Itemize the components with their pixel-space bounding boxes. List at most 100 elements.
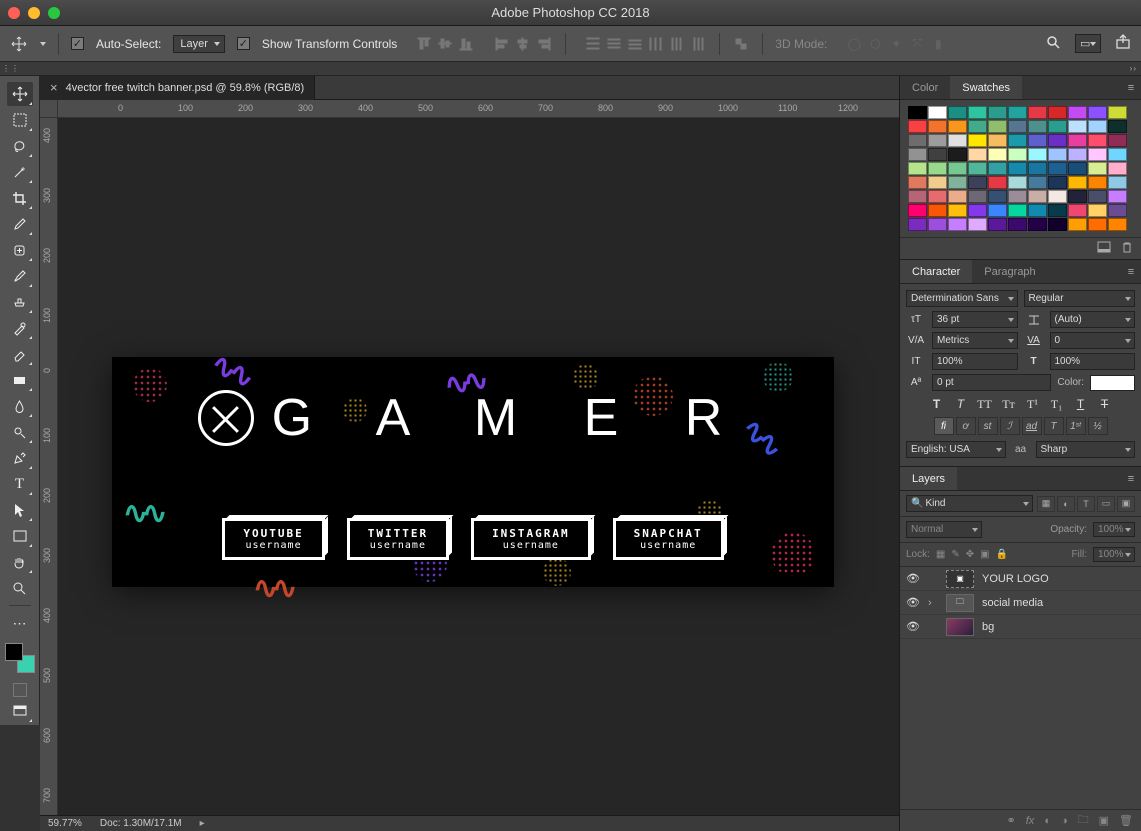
swatch[interactable] (948, 148, 967, 161)
marquee-tool[interactable] (7, 108, 33, 132)
smallcaps-button[interactable]: Tᴛ (1000, 395, 1018, 413)
contextual-alt-button[interactable]: ơ (956, 417, 976, 435)
layer-fx-icon[interactable]: fx (1026, 815, 1035, 827)
left-grip-icon[interactable]: ⋮⋮ (2, 64, 20, 73)
lock-pixels-icon[interactable]: ▦ (936, 549, 945, 560)
swatch[interactable] (948, 218, 967, 231)
swatch[interactable] (1068, 120, 1087, 133)
crop-tool[interactable] (7, 186, 33, 210)
swatch[interactable] (1048, 176, 1067, 189)
swatch[interactable] (988, 204, 1007, 217)
search-icon[interactable] (1045, 34, 1061, 53)
leading-input[interactable]: (Auto) (1050, 311, 1136, 328)
layer-row[interactable]: 👁▣YOUR LOGO (900, 567, 1141, 591)
swatch[interactable] (908, 204, 927, 217)
swatch[interactable] (1008, 190, 1027, 203)
visibility-toggle-icon[interactable]: 👁 (906, 596, 920, 609)
ruler-origin[interactable] (40, 100, 58, 118)
swatch[interactable] (1048, 134, 1067, 147)
swatch[interactable] (948, 176, 967, 189)
tab-layers[interactable]: Layers (900, 467, 957, 490)
swatch[interactable] (928, 204, 947, 217)
swatch[interactable] (1048, 204, 1067, 217)
swatch[interactable] (1108, 162, 1127, 175)
swatch[interactable] (1068, 134, 1087, 147)
swatch[interactable] (968, 176, 987, 189)
new-layer-icon[interactable]: ▣ (1099, 814, 1109, 827)
swatch[interactable] (968, 120, 987, 133)
swatch[interactable] (988, 148, 1007, 161)
distribute-top-button[interactable] (584, 35, 602, 53)
swatch[interactable] (968, 190, 987, 203)
swatch[interactable] (908, 162, 927, 175)
align-hcenter-button[interactable] (514, 35, 532, 53)
panel-menu-icon[interactable]: ≡ (1121, 467, 1141, 490)
visibility-toggle-icon[interactable]: 👁 (906, 620, 920, 633)
filter-type-icon[interactable]: T (1077, 496, 1095, 512)
fractions-button[interactable]: ½ (1088, 417, 1108, 435)
swatch[interactable] (988, 176, 1007, 189)
swatch[interactable] (988, 120, 1007, 133)
swatch[interactable] (928, 176, 947, 189)
swatch[interactable] (948, 204, 967, 217)
show-transform-checkbox[interactable]: ✓ (237, 37, 250, 50)
blend-mode-dropdown[interactable]: Normal (906, 521, 982, 538)
pen-tool[interactable] (7, 446, 33, 470)
swatch[interactable] (1088, 190, 1107, 203)
right-grip-icon[interactable]: ›› (1130, 64, 1137, 73)
kerning-dropdown[interactable]: Metrics (932, 332, 1018, 349)
text-color-swatch[interactable] (1090, 375, 1135, 391)
new-swatch-icon[interactable] (1097, 241, 1111, 256)
swatch[interactable] (1108, 204, 1127, 217)
swatch[interactable] (1028, 204, 1047, 217)
align-left-button[interactable] (493, 35, 511, 53)
distribute-bottom-button[interactable] (626, 35, 644, 53)
standard-mode-button[interactable] (13, 683, 27, 697)
swatch[interactable] (988, 218, 1007, 231)
swatch[interactable] (908, 218, 927, 231)
swatch[interactable] (1028, 120, 1047, 133)
swatch[interactable] (1068, 106, 1087, 119)
history-brush-tool[interactable] (7, 316, 33, 340)
horizontal-scale-input[interactable]: 100% (1050, 353, 1136, 370)
close-window-button[interactable] (8, 7, 20, 19)
swatch[interactable] (1028, 218, 1047, 231)
clone-stamp-tool[interactable] (7, 290, 33, 314)
auto-select-checkbox[interactable]: ✓ (71, 37, 84, 50)
swatch[interactable] (1048, 162, 1067, 175)
font-family-dropdown[interactable]: Determination Sans (906, 290, 1018, 307)
panel-menu-icon[interactable]: ≡ (1121, 260, 1141, 283)
language-dropdown[interactable]: English: USA (906, 441, 1006, 458)
swatch[interactable] (928, 134, 947, 147)
swatch[interactable] (1048, 106, 1067, 119)
zoom-level[interactable]: 59.77% (48, 818, 82, 829)
swatch[interactable] (1048, 120, 1067, 133)
font-size-input[interactable]: 36 pt (932, 311, 1018, 328)
distribute-left-button[interactable] (647, 35, 665, 53)
swatch[interactable] (908, 106, 927, 119)
allcaps-button[interactable]: TT (976, 395, 994, 413)
eraser-tool[interactable] (7, 342, 33, 366)
swatch[interactable] (1008, 162, 1027, 175)
titling-alt-button[interactable]: T (1044, 417, 1064, 435)
subscript-button[interactable]: T₁ (1048, 395, 1066, 413)
zoom-window-button[interactable] (48, 7, 60, 19)
swatch[interactable] (968, 204, 987, 217)
swatch[interactable] (1088, 162, 1107, 175)
swatch[interactable] (1088, 106, 1107, 119)
swatch[interactable] (968, 162, 987, 175)
swatch[interactable] (968, 148, 987, 161)
swatch[interactable] (1108, 120, 1127, 133)
swatch[interactable] (1108, 190, 1127, 203)
layer-list[interactable]: 👁▣YOUR LOGO👁›🗀social media👁bg (900, 567, 1141, 809)
swatch[interactable] (1108, 134, 1127, 147)
swatch[interactable] (928, 120, 947, 133)
distribute-vcenter-button[interactable] (605, 35, 623, 53)
blur-tool[interactable] (7, 394, 33, 418)
status-flyout-icon[interactable]: ▸ (200, 818, 205, 829)
type-tool[interactable]: T (7, 472, 33, 496)
swatch[interactable] (928, 148, 947, 161)
swatch[interactable] (1008, 120, 1027, 133)
swatch[interactable] (1028, 190, 1047, 203)
tab-color[interactable]: Color (900, 76, 950, 99)
